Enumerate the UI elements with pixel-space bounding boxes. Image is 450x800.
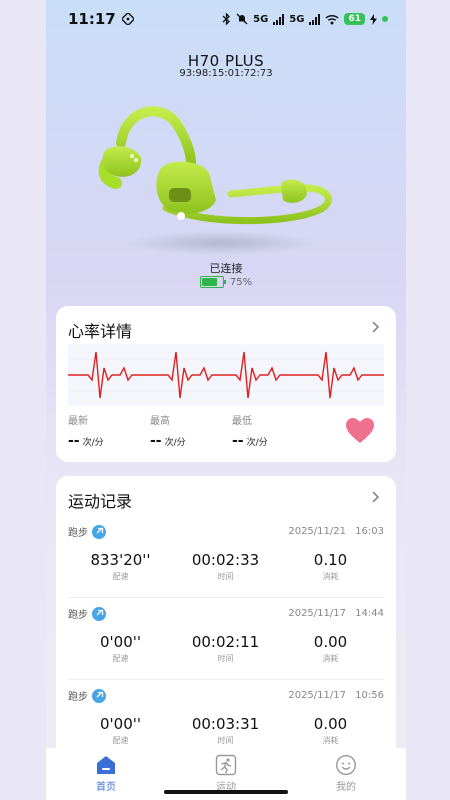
home-indicator — [164, 790, 288, 794]
signal-bars-icon — [273, 13, 285, 25]
profile-icon — [335, 754, 357, 776]
battery-fill — [201, 278, 217, 286]
chevron-right-icon[interactable] — [368, 320, 382, 334]
charging-bolt-icon — [370, 13, 377, 25]
wifi-icon — [325, 14, 339, 24]
heart-rate-title: 心率详情 — [68, 322, 133, 341]
stat-latest-value: -- — [68, 433, 80, 449]
status-bar: 11:17 5G 5G 61 — [46, 0, 406, 38]
tab-home-label: 首页 — [96, 782, 116, 793]
run-icon — [215, 754, 237, 776]
chevron-right-icon[interactable] — [368, 490, 382, 504]
record-calories-label: 消耗 — [322, 736, 339, 745]
tab-home[interactable]: 首页 — [66, 754, 146, 793]
battery-percent: 75% — [229, 276, 253, 288]
activity-title: 运动记录 — [68, 492, 133, 511]
device-mac: 93:98:15:01:72:73 — [179, 68, 273, 79]
record-calories: 0.00 — [313, 715, 348, 733]
record-pace-label: 配速 — [112, 736, 129, 745]
stat-lowest: 最低 -- 次/分 — [232, 412, 314, 449]
stat-highest-value: -- — [150, 433, 162, 449]
link-icon — [92, 606, 106, 621]
record-duration: 00:02:33 — [191, 551, 260, 569]
record-date: 2025/11/21 — [288, 526, 346, 537]
record-duration-label: 时间 — [217, 654, 234, 663]
nfc-icon — [121, 13, 134, 25]
bluetooth-icon — [222, 13, 231, 25]
ecg-waveform — [68, 344, 384, 406]
record-calories-label: 消耗 — [322, 654, 339, 663]
activity-record[interactable]: 跑步 2025/11/17 14:44 0'00'' 配速 00:02:11 时间 … — [68, 606, 384, 680]
stat-highest-unit: 次/分 — [164, 438, 186, 448]
record-pace: 0'00'' — [99, 633, 141, 651]
stat-highest: 最高 -- 次/分 — [150, 412, 232, 449]
record-type: 跑步 — [68, 528, 88, 539]
record-type: 跑步 — [68, 692, 88, 703]
record-date: 2025/11/17 — [288, 690, 346, 701]
headphone-image[interactable] — [91, 88, 341, 258]
record-date: 2025/11/17 — [288, 608, 346, 619]
app-screen: 11:17 5G 5G 61 H70 PLUS 93:98:15:01:72:7… — [46, 0, 406, 800]
record-pace-label: 配速 — [112, 572, 129, 581]
heart-rate-card[interactable]: 心率详情 最新 -- 次/分 最高 -- 次/分 最低 -- 次/分 — [56, 306, 396, 462]
stat-latest: 最新 -- 次/分 — [68, 412, 150, 449]
tab-sport[interactable]: 运动 — [186, 754, 266, 793]
stat-highest-label: 最高 — [150, 416, 170, 427]
record-duration: 00:02:11 — [191, 633, 260, 651]
network-5g-label: 5G — [253, 13, 269, 25]
stat-lowest-value: -- — [232, 433, 244, 449]
record-calories: 0.00 — [313, 633, 348, 651]
activity-record[interactable]: 跑步 2025/11/21 16:03 833'20'' 配速 00:02:33 时… — [68, 524, 384, 598]
stat-lowest-label: 最低 — [232, 416, 252, 427]
status-right: 5G 5G 61 — [222, 13, 388, 25]
status-time: 11:17 — [68, 10, 116, 28]
tab-profile-label: 我的 — [336, 782, 356, 793]
record-calories-label: 消耗 — [322, 572, 339, 581]
link-icon — [92, 524, 106, 539]
record-time: 14:44 — [355, 608, 384, 619]
mute-bell-icon — [236, 13, 248, 25]
home-icon — [97, 756, 115, 774]
battery-icon — [199, 276, 226, 288]
stat-latest-unit: 次/分 — [82, 438, 104, 448]
device-battery: 75% — [46, 276, 406, 288]
link-icon — [92, 688, 106, 703]
record-time: 10:56 — [355, 690, 384, 701]
record-time: 16:03 — [355, 526, 384, 537]
record-duration: 00:03:31 — [191, 715, 260, 733]
record-duration-label: 时间 — [217, 736, 234, 745]
heart-icon — [346, 418, 374, 443]
record-pace: 833'20'' — [90, 551, 151, 569]
status-left: 11:17 — [68, 10, 134, 28]
record-duration-label: 时间 — [217, 572, 234, 581]
tab-profile[interactable]: 我的 — [306, 754, 386, 793]
privacy-dot-icon — [382, 16, 388, 22]
record-calories: 0.10 — [313, 551, 348, 569]
phone-battery-badge: 61 — [344, 13, 365, 25]
connection-status: 已连接 — [209, 262, 243, 275]
record-type: 跑步 — [68, 610, 88, 621]
signal-bars-icon-2 — [309, 13, 321, 25]
stat-latest-label: 最新 — [68, 416, 88, 427]
heart-rate-stats: 最新 -- 次/分 最高 -- 次/分 最低 -- 次/分 — [68, 412, 314, 449]
activity-card[interactable]: 运动记录 跑步 2025/11/21 16:03 833'20''配速 00: — [56, 476, 396, 776]
record-pace-label: 配速 — [112, 654, 129, 663]
network-5g-label-2: 5G — [289, 13, 305, 25]
record-pace: 0'00'' — [99, 715, 141, 733]
stat-lowest-unit: 次/分 — [246, 438, 268, 448]
